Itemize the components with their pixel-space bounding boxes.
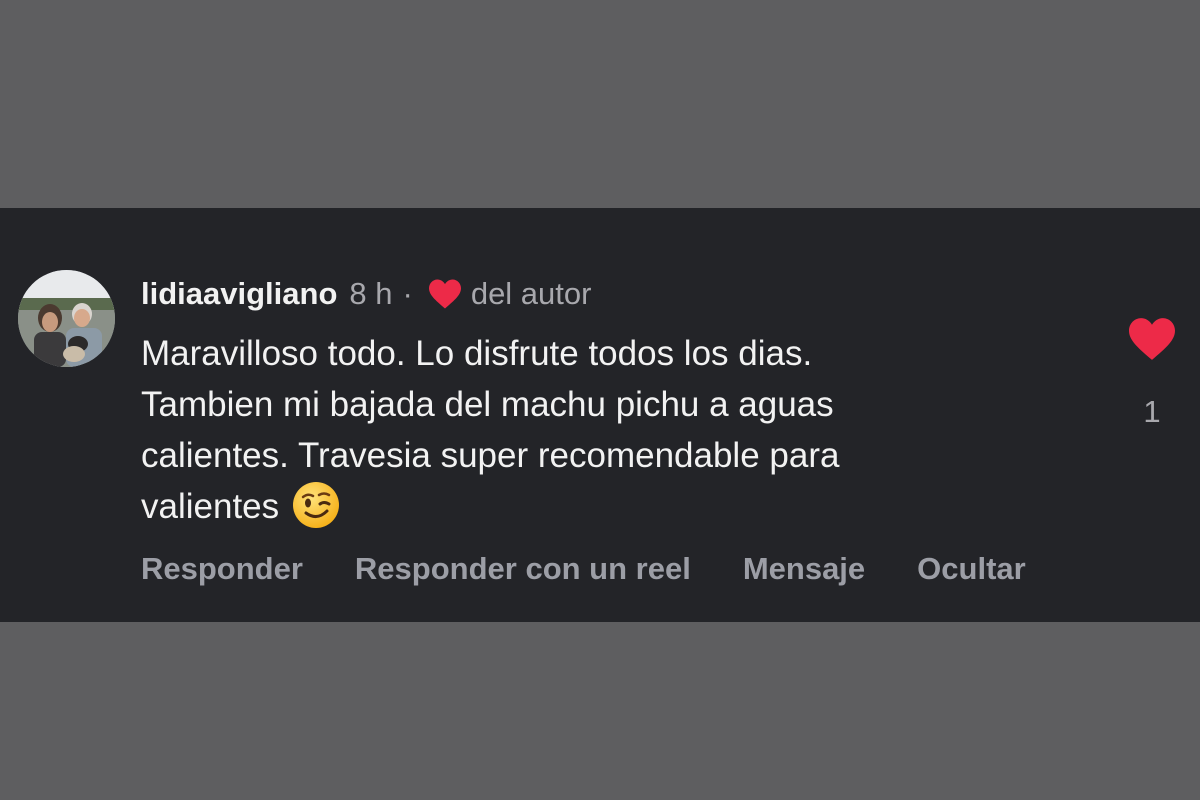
like-count[interactable]: 1: [1120, 394, 1184, 430]
comment-line: Maravilloso todo. Lo disfrute todos los …: [141, 334, 813, 373]
comment-line: calientes. Travesia super recomendable p…: [141, 436, 840, 475]
wink-emoji-icon: [291, 480, 341, 530]
reply-with-reel-button[interactable]: Responder con un reel: [355, 551, 691, 587]
liked-by-author-label: del autor: [470, 276, 592, 311]
comment-header: lidiaavigliano 8 h · del autor: [141, 272, 591, 316]
avatar-photo: [18, 270, 115, 367]
comment-actions: Responder Responder con un reel Mensaje …: [141, 546, 1171, 592]
username[interactable]: lidiaavigliano: [141, 276, 337, 312]
comment-time: 8 h: [349, 276, 393, 311]
avatar[interactable]: [18, 270, 115, 367]
comment-line: Tambien mi bajada del machu pichu a agua…: [141, 385, 834, 424]
hide-button[interactable]: Ocultar: [917, 551, 1026, 587]
separator-dot: ·: [402, 276, 413, 311]
comment-line-text: valientes: [141, 487, 280, 526]
comment-line-last: valientes: [141, 481, 1101, 532]
reply-button[interactable]: Responder: [141, 551, 303, 587]
like-heart-icon[interactable]: [1126, 316, 1178, 364]
message-button[interactable]: Mensaje: [743, 551, 865, 587]
heart-icon: [427, 277, 463, 311]
comment-text: Maravilloso todo. Lo disfrute todos los …: [141, 328, 1101, 532]
